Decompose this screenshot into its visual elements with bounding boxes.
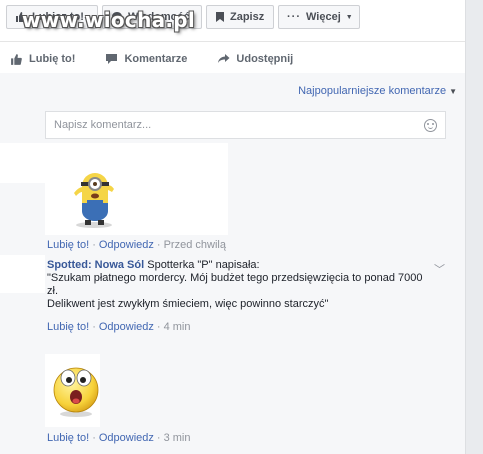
- comment-reply-link[interactable]: Odpowiedz: [99, 432, 154, 444]
- comment-timestamp[interactable]: 3 min: [164, 432, 191, 444]
- more-button[interactable]: ··· Więcej ▼: [278, 5, 360, 29]
- comment-like-link[interactable]: Lubię to!: [47, 321, 89, 333]
- comment-text-line: Spotterka "P" napisała:: [147, 259, 260, 271]
- comment-like-link[interactable]: Lubię to!: [47, 239, 89, 251]
- save-label: Zapisz: [230, 11, 265, 23]
- caret-down-icon: ▼: [345, 13, 353, 21]
- comment-input[interactable]: Napisz komentarz...: [45, 111, 446, 139]
- blank-patch: [0, 163, 45, 183]
- share-action-label: Udostępnij: [236, 53, 294, 65]
- comment-body: Spotted: Nowa Sól Spotterka "P" napisała…: [47, 259, 432, 311]
- separator-dot: ·: [156, 239, 161, 251]
- comment-meta: Lubię to! · Odpowiedz · Przed chwilą: [47, 239, 226, 251]
- separator-dot: ·: [92, 321, 96, 333]
- thumbs-up-icon: [11, 53, 22, 65]
- comment-timestamp[interactable]: 4 min: [164, 321, 191, 333]
- ellipsis-icon: ···: [287, 11, 301, 23]
- comment-like-link[interactable]: Lubię to!: [47, 432, 89, 444]
- separator-dot: ·: [92, 239, 96, 251]
- minion-sticker: [74, 173, 114, 228]
- comment-sort-dropdown[interactable]: Najpopularniejsze komentarze ▼: [298, 85, 457, 97]
- comment-author-link[interactable]: Spotted: Nowa Sól: [47, 259, 144, 271]
- save-button[interactable]: Zapisz: [206, 5, 274, 29]
- share-action[interactable]: Udostępnij: [217, 53, 293, 65]
- comment-sort-label: Najpopularniejsze komentarze: [298, 85, 447, 97]
- comment-timestamp[interactable]: Przed chwilą: [164, 239, 226, 251]
- more-label: Więcej: [306, 11, 341, 23]
- separator-dot: ·: [156, 432, 161, 444]
- comment-options-chevron-icon[interactable]: ﹀: [434, 261, 445, 277]
- comment-meta: Lubię to! · Odpowiedz · 4 min: [47, 321, 191, 333]
- blank-patch: [0, 255, 45, 293]
- like-action-label: Lubię to!: [29, 53, 76, 65]
- share-arrow-icon: [218, 54, 230, 63]
- comment-reply-link[interactable]: Odpowiedz: [99, 321, 154, 333]
- comment-action[interactable]: Komentarze: [105, 53, 187, 65]
- bookmark-icon: [216, 12, 224, 22]
- divider: [0, 41, 465, 42]
- surprised-emoji-sticker: [53, 367, 99, 417]
- separator-dot: ·: [92, 432, 96, 444]
- comment-action-label: Komentarze: [124, 53, 188, 65]
- page-edge: [465, 0, 483, 454]
- comment-text-line: "Szukam płatnego mordercy. Mój budżet te…: [47, 272, 423, 284]
- post-action-row: Lubię to! Komentarze Udostępnij: [10, 49, 323, 69]
- caret-down-icon: ▼: [449, 87, 457, 96]
- comment-text-line: zł.: [47, 285, 58, 297]
- separator-dot: ·: [156, 321, 161, 333]
- comment-input-placeholder: Napisz komentarz...: [54, 119, 152, 131]
- comment-meta: Lubię to! · Odpowiedz · 3 min: [47, 432, 191, 444]
- comment-icon: [106, 54, 118, 64]
- watermark-logo: www.wiocha.pl: [22, 8, 196, 32]
- like-action[interactable]: Lubię to!: [10, 53, 75, 66]
- comment-reply-link[interactable]: Odpowiedz: [99, 239, 154, 251]
- emoji-icon[interactable]: [424, 118, 437, 132]
- comment-text-line: Delikwent jest zwykłym śmieciem, więc po…: [47, 298, 329, 310]
